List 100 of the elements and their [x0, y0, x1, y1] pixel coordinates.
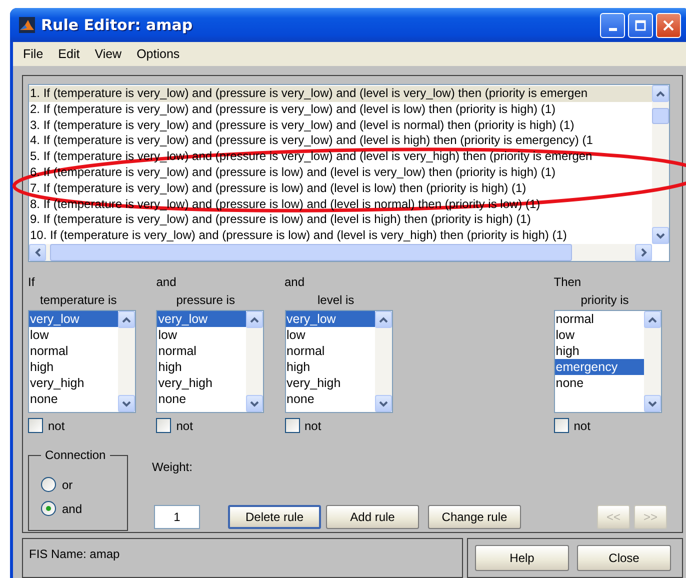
- vertical-scrollbar[interactable]: [246, 311, 264, 412]
- not-label: not: [304, 418, 322, 432]
- scroll-left-button[interactable]: [29, 244, 46, 261]
- term-item[interactable]: very_high: [29, 375, 118, 391]
- dialog-button[interactable]: Close: [577, 545, 671, 571]
- scroll-down-button[interactable]: [652, 227, 669, 244]
- term-item[interactable]: high: [29, 359, 118, 375]
- chevron-up-icon: [648, 316, 657, 322]
- term-item[interactable]: low: [157, 327, 246, 343]
- term-item[interactable]: low: [29, 327, 118, 343]
- window-title: Rule Editor: amap: [41, 16, 193, 34]
- fis-name-text: FIS Name: amap: [29, 547, 120, 561]
- menu-item[interactable]: View: [88, 47, 131, 61]
- term-list[interactable]: very_low low normal high very_high none: [28, 310, 136, 413]
- term-item[interactable]: very_low: [286, 311, 374, 327]
- connector-label: If: [28, 275, 35, 290]
- term-item[interactable]: low: [286, 327, 374, 343]
- not-checkbox[interactable]: [284, 418, 300, 433]
- scroll-up-button[interactable]: [118, 311, 135, 328]
- not-label: not: [574, 418, 590, 432]
- chevron-down-icon: [648, 400, 657, 406]
- term-item[interactable]: very_low: [29, 311, 118, 327]
- scroll-down-button[interactable]: [374, 395, 392, 412]
- chevron-up-icon: [250, 316, 260, 322]
- vertical-scrollbar[interactable]: [374, 311, 392, 412]
- radio-label: and: [62, 502, 82, 516]
- not-checkbox[interactable]: [156, 418, 172, 433]
- scroll-down-button[interactable]: [644, 395, 661, 412]
- rule-item[interactable]: 9. If (temperature is very_low) and (pressure is low) and (level is high) then (priority is high) (1): [29, 212, 652, 228]
- connector-label: Then: [554, 275, 582, 290]
- chevron-down-icon: [250, 400, 260, 406]
- term-item[interactable]: low: [554, 327, 644, 343]
- scroll-thumb[interactable]: [50, 244, 572, 261]
- rule-item[interactable]: 4. If (temperature is very_low) and (pressure is very_low) and (level is high) then (priority is emergency) (1: [29, 133, 652, 150]
- rule-item[interactable]: 2. If (temperature is very_low) and (pressure is very_low) and (level is low) then (priority is high) (1): [29, 102, 652, 118]
- not-label: not: [48, 418, 65, 432]
- not-checkbox[interactable]: [554, 418, 569, 433]
- close-button[interactable]: [656, 12, 681, 38]
- vertical-scrollbar[interactable]: [652, 85, 669, 244]
- maximize-icon: [635, 20, 646, 30]
- chevron-right-icon: [640, 248, 646, 257]
- menu-item[interactable]: Options: [130, 47, 189, 61]
- scroll-down-button[interactable]: [118, 395, 135, 412]
- term-item[interactable]: none: [554, 375, 644, 391]
- rule-button[interactable]: Add rule: [326, 505, 419, 529]
- minimize-button[interactable]: [600, 12, 625, 38]
- term-item[interactable]: none: [286, 391, 374, 407]
- scroll-up-button[interactable]: [374, 311, 392, 328]
- scroll-up-button[interactable]: [652, 85, 669, 102]
- scroll-right-button[interactable]: [635, 244, 652, 261]
- term-item[interactable]: emergency: [554, 359, 644, 375]
- term-item[interactable]: normal: [157, 343, 246, 359]
- variable-label: temperature is: [40, 293, 117, 308]
- weight-field[interactable]: 1: [154, 505, 200, 529]
- maximize-button[interactable]: [628, 12, 653, 38]
- scroll-up-button[interactable]: [644, 311, 661, 328]
- not-label: not: [176, 418, 193, 432]
- radio-label: or: [62, 478, 73, 492]
- term-list[interactable]: very_low low normal high very_high none: [156, 310, 264, 413]
- term-item[interactable]: normal: [554, 311, 644, 327]
- group-title: Connection: [41, 448, 110, 462]
- not-checkbox[interactable]: [28, 418, 43, 433]
- term-item[interactable]: high: [286, 359, 374, 375]
- term-item[interactable]: none: [157, 391, 246, 407]
- variable-label: priority is: [580, 293, 629, 308]
- rule-button[interactable]: Change rule: [428, 505, 521, 529]
- rule-item[interactable]: 3. If (temperature is very_low) and (pressure is very_low) and (level is normal) then (priority is high) (1): [29, 118, 652, 134]
- scroll-down-button[interactable]: [246, 395, 264, 412]
- horizontal-scrollbar[interactable]: [29, 244, 652, 261]
- close-icon: [663, 20, 674, 30]
- connector-label: and: [156, 275, 176, 290]
- term-item[interactable]: very_high: [286, 375, 374, 391]
- rule-item[interactable]: 7. If (temperature is very_low) and (pressure is low) and (level is low) then (priority is high) (1): [29, 180, 652, 197]
- variable-label: level is: [318, 293, 354, 308]
- dialog-button[interactable]: Help: [475, 545, 569, 571]
- menu-item[interactable]: Edit: [52, 47, 89, 61]
- radio-button[interactable]: [41, 477, 56, 492]
- rule-item[interactable]: 10. If (temperature is very_low) and (pressure is low) and (level is very_high) then (priority is high) (1): [29, 228, 652, 244]
- vertical-scrollbar[interactable]: [644, 311, 661, 412]
- menu-item[interactable]: File: [17, 47, 52, 61]
- rule-item[interactable]: 1. If (temperature is very_low) and (pressure is very_low) and (level is very_low) then (priority is emergen: [29, 86, 652, 102]
- term-item[interactable]: normal: [29, 343, 118, 359]
- vertical-scrollbar[interactable]: [118, 311, 135, 412]
- variable-label: pressure is: [176, 293, 235, 308]
- term-list[interactable]: very_low low normal high very_high none: [284, 310, 392, 413]
- term-item[interactable]: very_low: [157, 311, 246, 327]
- rule-button[interactable]: Delete rule: [228, 505, 321, 529]
- term-item[interactable]: high: [157, 359, 246, 375]
- term-list[interactable]: normal low high emergency none: [554, 310, 662, 413]
- scroll-thumb[interactable]: [652, 108, 669, 124]
- weight-label: Weight:: [152, 460, 194, 474]
- term-item[interactable]: very_high: [157, 375, 246, 391]
- term-item[interactable]: normal: [286, 343, 374, 359]
- scroll-up-button[interactable]: [246, 311, 264, 328]
- term-item[interactable]: none: [29, 391, 118, 407]
- term-item[interactable]: high: [554, 343, 644, 359]
- radio-button[interactable]: [41, 501, 56, 516]
- peak-logo-icon: [19, 17, 35, 33]
- chevron-left-icon: [34, 248, 40, 257]
- rule-list[interactable]: [28, 84, 670, 262]
